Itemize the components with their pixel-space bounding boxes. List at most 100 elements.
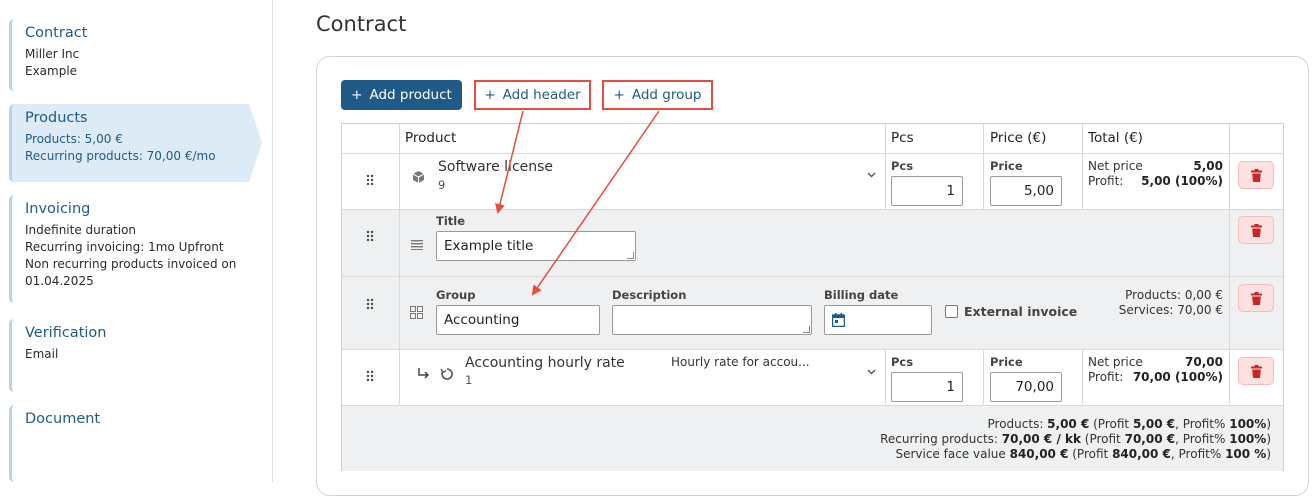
- chevron-down-icon[interactable]: [867, 369, 876, 375]
- price-input[interactable]: 70,00: [990, 372, 1062, 402]
- divider: [1082, 124, 1083, 209]
- column-header-product[interactable]: Product: [405, 124, 456, 153]
- delete-button[interactable]: [1238, 216, 1274, 244]
- summary-text: , Profit%: [1175, 432, 1230, 446]
- products-table: Product Pcs Price (€) Total (€) Software…: [341, 123, 1284, 471]
- divider: [885, 349, 886, 405]
- net-price-value: 5,00: [1193, 159, 1223, 173]
- product-sku: 9: [438, 178, 446, 192]
- add-product-button[interactable]: + Add product: [341, 80, 462, 110]
- grid-icon: [410, 306, 423, 319]
- summary-service-face-value: Service face value 840,00 € (Profit 840,…: [895, 447, 1271, 461]
- price-label: Price: [990, 159, 1023, 173]
- trash-icon: [1250, 291, 1262, 305]
- description-input[interactable]: [612, 305, 812, 335]
- summary-label: Service face value: [895, 447, 1010, 461]
- summary-text: (Profit: [1089, 417, 1133, 431]
- group-products-total: Products: 0,00 €: [1125, 288, 1223, 302]
- recurring-icon: [440, 368, 453, 380]
- divider: [342, 153, 1283, 154]
- column-header-pcs[interactable]: Pcs: [891, 124, 914, 153]
- profit-value: 70,00 (100%): [1132, 370, 1223, 384]
- step-title: Products: [25, 110, 88, 126]
- drag-handle-icon[interactable]: [366, 174, 376, 186]
- sub-arrow-icon: [418, 368, 430, 379]
- divider: [1082, 349, 1083, 405]
- add-product-label: Add product: [369, 87, 452, 103]
- group-services-total: Services: 70,00 €: [1118, 303, 1223, 317]
- step-line: Email: [25, 347, 59, 361]
- profit-label: Profit:: [1088, 370, 1124, 384]
- step-line: Non recurring products invoiced on: [25, 257, 237, 271]
- divider: [983, 124, 984, 209]
- profit-value: 5,00 (100%): [1141, 174, 1223, 188]
- billing-date-label: Billing date: [824, 288, 899, 302]
- divider: [1229, 124, 1230, 405]
- external-invoice-checkbox[interactable]: [945, 305, 958, 318]
- summary-value: 70,00 € / kk: [1001, 432, 1081, 446]
- step-document[interactable]: Document: [9, 405, 249, 482]
- summary-pct: 100 %: [1225, 447, 1267, 461]
- summary-pct: 100%: [1229, 432, 1267, 446]
- pcs-input[interactable]: 1: [891, 372, 963, 402]
- divider: [885, 124, 886, 209]
- step-invoicing[interactable]: Invoicing Indefinite duration Recurring …: [9, 195, 249, 303]
- step-products[interactable]: Products Products: 5,00 € Recurring prod…: [9, 104, 262, 182]
- summary-text: , Profit%: [1175, 417, 1230, 431]
- net-price-label: Net price: [1088, 159, 1143, 173]
- group-input[interactable]: Accounting: [436, 305, 600, 335]
- summary-profit: 840,00 €: [1112, 447, 1171, 461]
- trash-icon: [1250, 168, 1262, 182]
- product-name: Accounting hourly rate: [465, 355, 625, 371]
- summary-pct: 100%: [1229, 417, 1267, 431]
- external-invoice-label[interactable]: External invoice: [964, 304, 1077, 319]
- plus-icon: +: [613, 87, 625, 103]
- step-verification[interactable]: Verification Email: [9, 319, 249, 392]
- delete-button[interactable]: [1238, 357, 1274, 385]
- page-title: Contract: [316, 12, 407, 36]
- product-sku: 1: [465, 373, 473, 387]
- step-title: Verification: [25, 325, 107, 341]
- step-line: Recurring products: 70,00 €/mo: [25, 149, 216, 163]
- calendar-icon[interactable]: [832, 313, 845, 327]
- summary-value: 5,00 €: [1047, 417, 1090, 431]
- drag-handle-icon[interactable]: [366, 298, 376, 310]
- net-price-value: 70,00: [1185, 355, 1223, 369]
- add-group-label: Add group: [631, 87, 702, 103]
- summary-profit: 70,00 €: [1124, 432, 1176, 446]
- profit-label: Profit:: [1088, 174, 1124, 188]
- pcs-label: Pcs: [891, 159, 914, 173]
- lines-icon: [411, 240, 423, 250]
- summary-profit: 5,00 €: [1132, 417, 1176, 431]
- divider: [342, 209, 1283, 210]
- delete-button[interactable]: [1238, 284, 1274, 312]
- step-contract[interactable]: Contract Miller Inc Example: [9, 19, 249, 91]
- step-title: Contract: [25, 25, 88, 41]
- column-header-price[interactable]: Price (€): [990, 124, 1046, 153]
- title-label: Title: [436, 214, 466, 228]
- step-line: Recurring invoicing: 1mo Upfront: [25, 240, 224, 254]
- price-input[interactable]: 5,00: [990, 176, 1062, 206]
- column-header-total[interactable]: Total (€): [1088, 124, 1143, 153]
- description-label: Description: [612, 288, 687, 302]
- pcs-input[interactable]: 1: [891, 176, 963, 206]
- summary-value: 840,00 €: [1009, 447, 1069, 461]
- plus-icon: +: [484, 87, 496, 103]
- billing-date-input[interactable]: [824, 305, 932, 335]
- summary-text: ): [1266, 432, 1271, 446]
- chevron-down-icon[interactable]: [867, 172, 876, 178]
- divider: [983, 349, 984, 405]
- plus-icon: +: [351, 87, 363, 103]
- trash-icon: [1250, 223, 1262, 237]
- delete-button[interactable]: [1238, 161, 1274, 189]
- drag-handle-icon[interactable]: [366, 230, 376, 242]
- step-line: Example: [25, 64, 78, 78]
- add-header-button[interactable]: + Add header: [474, 80, 591, 110]
- drag-handle-icon[interactable]: [366, 370, 376, 382]
- summary-products: Products: 5,00 € (Profit 5,00 €, Profit%…: [988, 417, 1272, 431]
- trash-icon: [1250, 364, 1262, 378]
- step-line: 01.04.2025: [25, 274, 94, 288]
- add-group-button[interactable]: + Add group: [602, 80, 713, 110]
- title-input[interactable]: Example title: [436, 231, 636, 261]
- divider: [342, 405, 1283, 406]
